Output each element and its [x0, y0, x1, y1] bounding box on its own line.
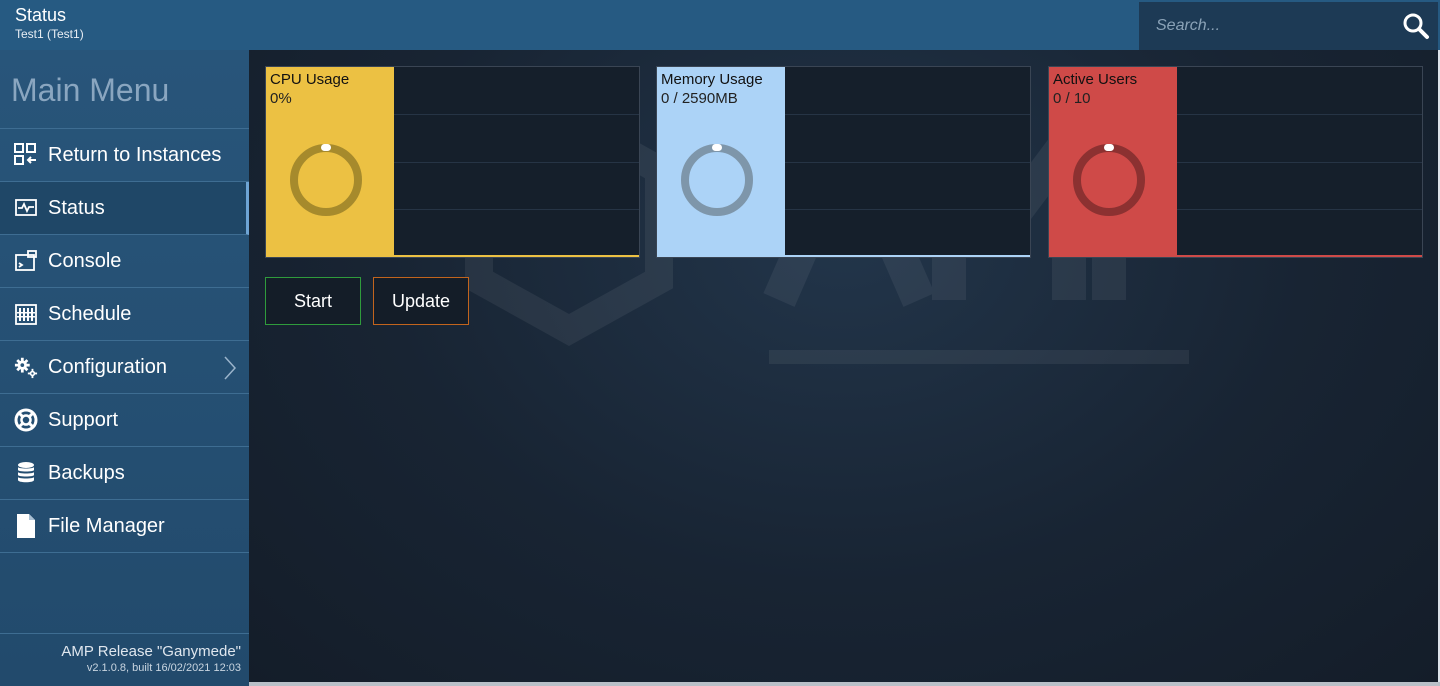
instances-icon [14, 143, 38, 167]
file-icon [14, 514, 38, 538]
active-users-panel: Active Users 0 / 10 [1049, 67, 1177, 257]
status-monitor-icon [14, 196, 38, 220]
sidebar: Main Menu Return to Instances Status Con… [0, 50, 249, 686]
card-value: 0% [270, 90, 292, 107]
lifebuoy-icon [14, 408, 38, 432]
top-bar: Status Test1 (Test1) [0, 0, 1440, 50]
memory-usage-card: Memory Usage 0 / 2590MB [656, 66, 1031, 258]
sidebar-item-status[interactable]: Status [0, 182, 249, 235]
chevron-right-icon [223, 355, 237, 381]
main-content: CPU Usage 0% Memory Usage 0 / 2590MB Act… [249, 50, 1438, 682]
sidebar-item-support[interactable]: Support [0, 394, 249, 447]
memory-usage-line [785, 255, 1030, 257]
card-title: Active Users [1053, 71, 1138, 88]
start-button[interactable]: Start [265, 277, 361, 325]
sidebar-item-label: Backups [48, 461, 125, 484]
main-menu-title: Main Menu [11, 72, 170, 108]
gears-icon [14, 355, 38, 379]
schedule-icon [14, 302, 38, 326]
sidebar-item-console[interactable]: Console [0, 235, 249, 288]
search-box [1139, 2, 1438, 50]
sidebar-item-label: Schedule [48, 302, 132, 325]
sidebar-item-backups[interactable]: Backups [0, 447, 249, 500]
cpu-usage-card: CPU Usage 0% [265, 66, 640, 258]
search-input[interactable] [1139, 2, 1389, 50]
users-gauge [1073, 144, 1145, 216]
instance-name: Test1 (Test1) [15, 27, 84, 41]
cpu-usage-panel: CPU Usage 0% [266, 67, 394, 257]
active-users-card: Active Users 0 / 10 [1048, 66, 1423, 258]
card-value: 0 / 10 [1053, 90, 1091, 107]
window-bottom-edge [249, 682, 1440, 686]
memory-gauge [681, 144, 753, 216]
cpu-gauge [290, 144, 362, 216]
card-value: 0 / 2590MB [661, 90, 738, 107]
build-info: v2.1.0.8, built 16/02/2021 12:03 [86, 662, 241, 674]
sidebar-item-schedule[interactable]: Schedule [0, 288, 249, 341]
console-icon [14, 249, 38, 273]
sidebar-item-file-manager[interactable]: File Manager [0, 500, 249, 553]
card-title: Memory Usage [661, 71, 763, 88]
update-button[interactable]: Update [373, 277, 469, 325]
memory-usage-graph [785, 67, 1030, 257]
sidebar-item-label: File Manager [48, 514, 165, 537]
card-title: CPU Usage [270, 71, 350, 88]
sidebar-item-label: Status [48, 196, 105, 219]
sidebar-menu: Return to Instances Status Console Sched… [0, 128, 249, 553]
sidebar-item-label: Return to Instances [48, 143, 222, 166]
search-icon[interactable] [1402, 12, 1430, 40]
memory-usage-panel: Memory Usage 0 / 2590MB [657, 67, 785, 257]
page-title: Status [15, 5, 67, 25]
cpu-usage-line [394, 255, 639, 257]
sidebar-item-label: Support [48, 408, 119, 431]
cpu-usage-graph [394, 67, 639, 257]
sidebar-item-label: Configuration [48, 355, 167, 378]
version-footer: AMP Release "Ganymede" v2.1.0.8, built 1… [0, 633, 249, 686]
database-icon [14, 461, 38, 485]
sidebar-item-label: Console [48, 249, 122, 272]
release-name: AMP Release "Ganymede" [61, 643, 241, 660]
sidebar-item-configuration[interactable]: Configuration [0, 341, 249, 394]
sidebar-item-return-to-instances[interactable]: Return to Instances [0, 129, 249, 182]
active-users-graph [1177, 67, 1422, 257]
active-users-line [1177, 255, 1422, 257]
